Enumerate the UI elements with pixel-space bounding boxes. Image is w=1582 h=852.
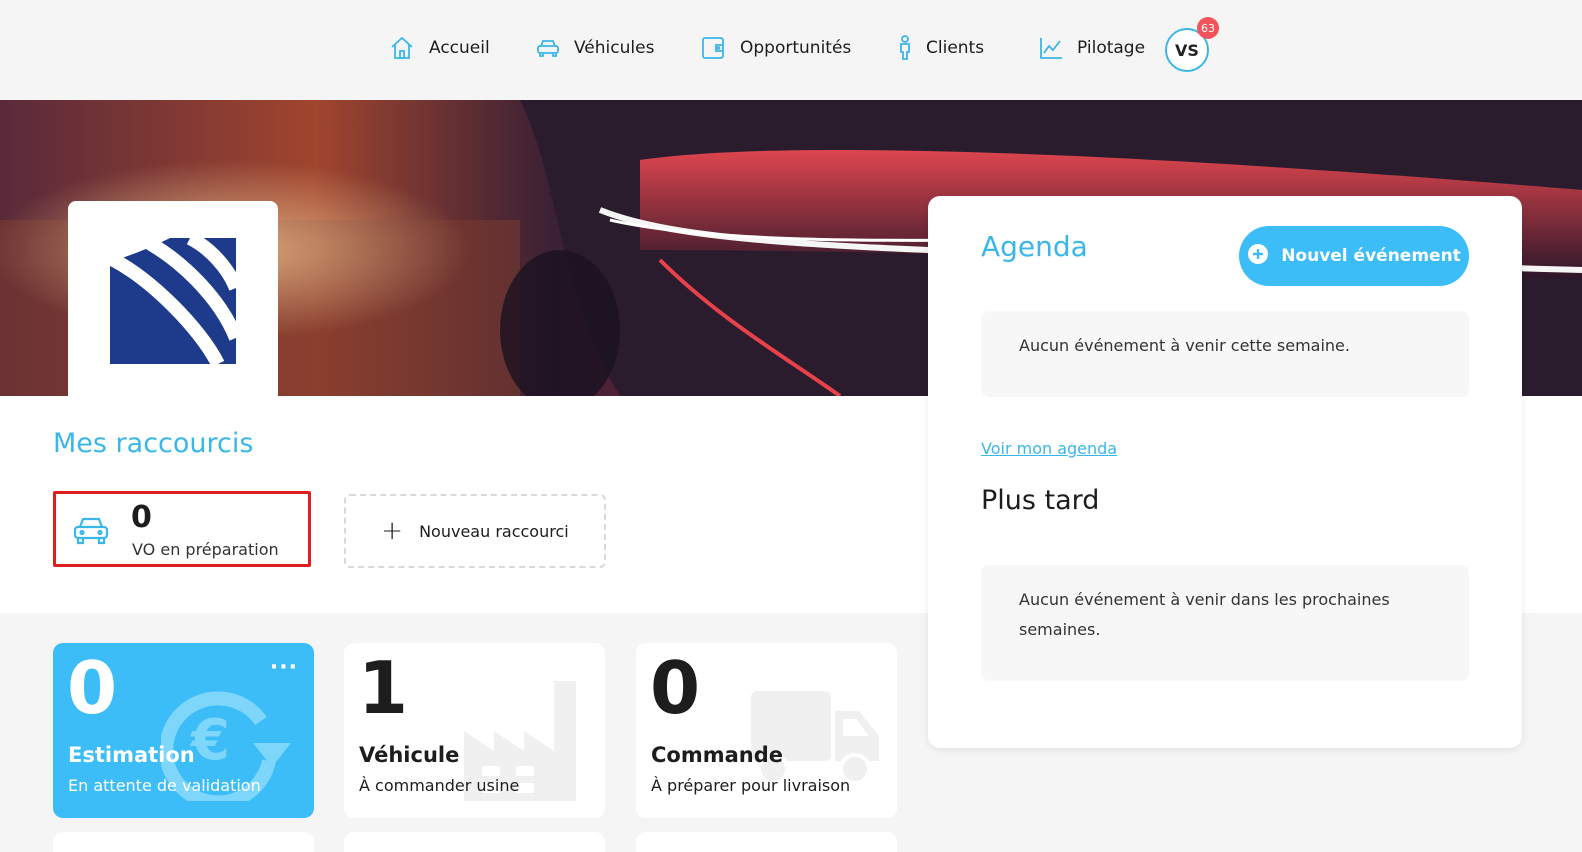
agenda-card: Agenda Nouvel événement Aucun événement …: [928, 196, 1522, 748]
shortcut-label: VO en préparation: [132, 540, 279, 559]
new-shortcut-label: Nouveau raccourci: [419, 521, 569, 541]
svg-text:€: €: [189, 708, 230, 773]
chart-icon: [1039, 36, 1063, 60]
shortcut-count: 0: [131, 500, 152, 535]
tile-vehicule[interactable]: 1 Véhicule À commander usine: [344, 643, 605, 818]
nav-label: Pilotage: [1077, 38, 1146, 58]
home-icon: [389, 35, 415, 61]
nav-label: Opportunités: [740, 38, 852, 58]
tile-estimation[interactable]: € 0 ··· Estimation En attente de validat…: [53, 643, 314, 818]
wallet-icon: [700, 35, 726, 61]
notification-badge[interactable]: 63: [1197, 17, 1219, 39]
nav-label: Véhicules: [574, 38, 655, 58]
empty-later: Aucun événement à venir dans les prochai…: [981, 565, 1469, 681]
nav-item-accueil[interactable]: Accueil: [389, 30, 490, 66]
nav-item-opportunites[interactable]: Opportunités: [700, 30, 851, 66]
tile-placeholder: [636, 832, 897, 852]
new-shortcut-button[interactable]: + Nouveau raccourci: [344, 494, 606, 568]
top-navigation: Accueil Véhicules Opportunités Clients P…: [0, 0, 1582, 100]
nav-item-pilotage[interactable]: Pilotage: [1039, 30, 1145, 66]
dealer-logo: [68, 201, 278, 397]
tile-title: Commande: [651, 743, 783, 767]
tile-title: Estimation: [68, 743, 195, 767]
view-agenda-link[interactable]: Voir mon agenda: [981, 439, 1117, 458]
more-options-icon[interactable]: ···: [270, 655, 298, 680]
plus-icon: +: [381, 516, 404, 546]
later-title: Plus tard: [981, 485, 1100, 516]
empty-message: Aucun événement à venir cette semaine.: [1019, 336, 1350, 355]
agenda-title: Agenda: [981, 230, 1088, 263]
dealer-logo-icon: [110, 238, 236, 364]
tile-count: 0: [67, 646, 118, 730]
nav-item-clients[interactable]: Clients: [898, 30, 984, 66]
tile-placeholder: [53, 832, 314, 852]
nav-label: Accueil: [429, 38, 490, 58]
tile-subtitle: En attente de validation: [68, 776, 261, 795]
nav-item-vehicules[interactable]: Véhicules: [536, 30, 654, 66]
nav-label: Clients: [926, 38, 985, 58]
tile-placeholder: [344, 832, 605, 852]
shortcut-vo-preparation[interactable]: 0 VO en préparation: [53, 491, 311, 567]
empty-this-week: Aucun événement à venir cette semaine.: [981, 311, 1469, 397]
person-icon: [898, 35, 912, 61]
tile-subtitle: À préparer pour livraison: [651, 776, 851, 795]
tile-count: 1: [358, 646, 409, 730]
new-event-button[interactable]: Nouvel événement: [1239, 226, 1469, 286]
car-icon: [72, 514, 110, 552]
tile-title: Véhicule: [359, 743, 460, 767]
section-title: Mes raccourcis: [53, 428, 254, 459]
tile-count: 0: [650, 646, 701, 730]
tile-subtitle: À commander usine: [359, 776, 520, 795]
avatar-initials: VS: [1175, 40, 1199, 60]
plus-circle-icon: [1247, 243, 1269, 270]
tile-commande[interactable]: 0 Commande À préparer pour livraison: [636, 643, 897, 818]
new-event-label: Nouvel événement: [1281, 246, 1461, 266]
car-icon: [536, 37, 560, 59]
empty-message: Aucun événement à venir dans les prochai…: [1019, 590, 1390, 639]
